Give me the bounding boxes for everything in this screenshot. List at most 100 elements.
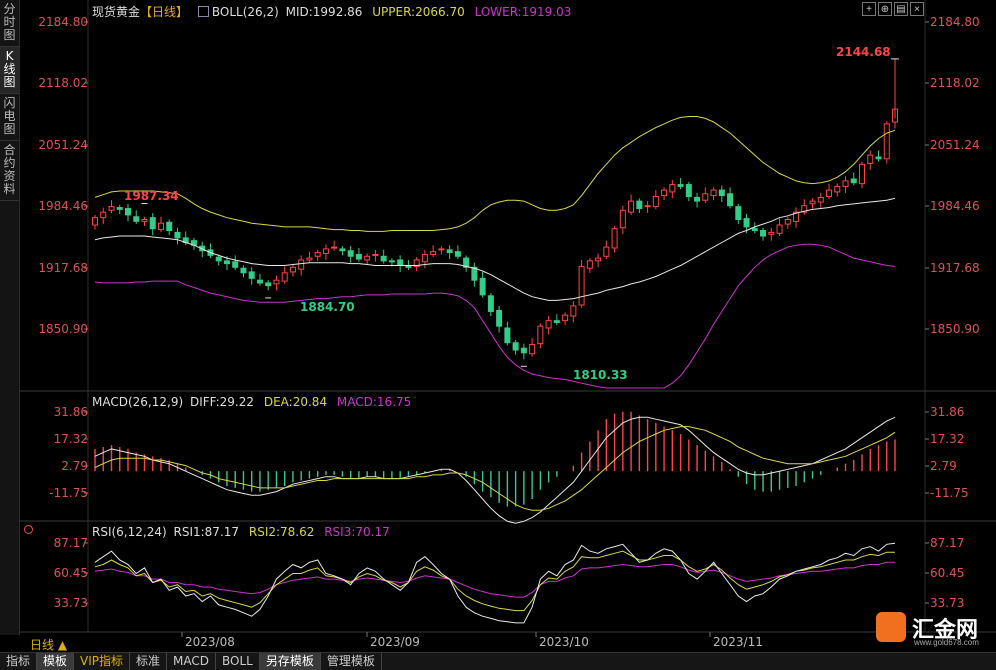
candle-body bbox=[595, 257, 602, 262]
candle-body bbox=[578, 265, 585, 306]
candle-body bbox=[487, 295, 494, 312]
candle-body bbox=[685, 184, 692, 198]
price-ytick-right-2: 2051.24 bbox=[930, 138, 980, 152]
bottom-tab-7[interactable]: 管理模板 bbox=[321, 653, 382, 670]
instrument-title: 现货黄金 bbox=[92, 5, 141, 19]
candle-body bbox=[364, 255, 371, 261]
macd-diff-value: DIFF:29.22 bbox=[189, 395, 255, 409]
macd-diff-line bbox=[94, 416, 896, 524]
bottom-tab-5[interactable]: BOLL bbox=[216, 653, 260, 670]
crosshair-icon[interactable]: ⊕ bbox=[878, 2, 892, 16]
chart-canvas[interactable] bbox=[0, 0, 996, 652]
candle-body bbox=[289, 266, 296, 273]
candle-body bbox=[619, 209, 626, 229]
candle-body bbox=[586, 260, 593, 269]
macd-panel[interactable] bbox=[94, 411, 896, 524]
macd-ytick-left-1: 17.32 bbox=[53, 432, 88, 446]
candle-body bbox=[454, 251, 461, 257]
candle-body bbox=[298, 259, 305, 270]
candle-body bbox=[875, 156, 882, 160]
candle-body bbox=[694, 196, 701, 202]
period-selector[interactable]: 日线 ▲ bbox=[30, 636, 67, 653]
rsi-legend: RSI(6,12,24) RSI1:87.17 RSI2:78.62 RSI3:… bbox=[92, 525, 396, 539]
candle-body bbox=[116, 207, 123, 210]
price-ytick-left-4: 1917.68 bbox=[38, 261, 88, 275]
candle-body bbox=[355, 253, 362, 260]
candle-body bbox=[636, 200, 643, 209]
price-ytick-left-5: 1850.90 bbox=[38, 322, 88, 336]
price-panel[interactable] bbox=[92, 58, 900, 389]
candle-body bbox=[281, 272, 288, 282]
bottom-tab-2[interactable]: VIP指标 bbox=[74, 653, 131, 670]
rsi2-line bbox=[94, 550, 895, 612]
chart-toolbar: + ⊕ ▤ × bbox=[862, 2, 924, 16]
candle-body bbox=[735, 206, 742, 220]
candle-body bbox=[826, 189, 833, 198]
candle-body bbox=[520, 347, 527, 354]
main-legend: 现货黄金【日线】 BOLL(26,2) MID:1992.86 UPPER:20… bbox=[92, 3, 577, 20]
macd-ytick-left-3: -11.75 bbox=[49, 486, 88, 500]
candle-body bbox=[611, 228, 618, 249]
boll-indicator-name: BOLL(26,2) bbox=[211, 5, 279, 19]
date-label-aug: 2023/08 bbox=[185, 635, 235, 649]
date-label-nov: 2023/11 bbox=[713, 635, 763, 649]
candle-body bbox=[306, 257, 313, 261]
rsi-ytick-left-2: 33.73 bbox=[53, 596, 88, 610]
candle-body bbox=[446, 249, 453, 254]
price-ytick-left-0: 2184.80 bbox=[38, 15, 88, 29]
bottom-tab-4[interactable]: MACD bbox=[167, 653, 217, 670]
candle-body bbox=[809, 200, 816, 205]
bottom-tab-0[interactable]: 指标 bbox=[0, 653, 38, 670]
candle-body bbox=[405, 265, 412, 268]
candle-body bbox=[430, 251, 437, 255]
candle-body bbox=[215, 256, 222, 262]
price-ytick-left-2: 2051.24 bbox=[38, 138, 88, 152]
close-icon[interactable]: × bbox=[910, 2, 924, 16]
layout-icon[interactable]: ▤ bbox=[894, 2, 908, 16]
candle-body bbox=[248, 271, 255, 279]
rsi2-value: RSI2:78.62 bbox=[248, 525, 315, 539]
boll-mid-value: MID:1992.86 bbox=[285, 5, 363, 19]
bottom-tab-bar: 指标 模板 VIP指标 标准 MACD BOLL 另存模板 管理模板 bbox=[0, 652, 996, 670]
candle-body bbox=[644, 205, 651, 208]
candle-body bbox=[133, 216, 140, 222]
candle-body bbox=[776, 224, 783, 234]
candle-body bbox=[537, 325, 544, 345]
rsi-indicator-name: RSI(6,12,24) bbox=[92, 525, 167, 539]
candle-body bbox=[339, 248, 346, 252]
candle-body bbox=[867, 154, 874, 164]
candle-body bbox=[223, 260, 230, 265]
candle-body bbox=[652, 196, 659, 208]
rsi-ytick-right-0: 87.17 bbox=[930, 536, 965, 550]
candle-body bbox=[496, 310, 503, 327]
candle-body bbox=[710, 189, 717, 197]
bottom-tab-1[interactable]: 模板 bbox=[37, 653, 75, 670]
candle-body bbox=[859, 163, 866, 185]
indicator-settings-icon[interactable] bbox=[197, 6, 209, 17]
candle-body bbox=[273, 279, 280, 285]
candle-body bbox=[380, 255, 387, 262]
rsi-panel[interactable] bbox=[94, 542, 896, 624]
candle-body bbox=[768, 231, 775, 235]
candle-body bbox=[553, 320, 560, 323]
candle-body bbox=[661, 189, 668, 197]
app-window: 分时图K线图闪电图合约资料 现货黄金【日线】 BOLL(26,2) MID:19… bbox=[0, 0, 996, 670]
rsi-ytick-left-0: 87.17 bbox=[53, 536, 88, 550]
rsi-settings-icon[interactable] bbox=[24, 525, 33, 534]
candle-body bbox=[421, 253, 428, 263]
candle-body bbox=[100, 211, 107, 219]
macd-dea-value: DEA:20.84 bbox=[263, 395, 328, 409]
bottom-tab-3[interactable]: 标准 bbox=[130, 653, 168, 670]
cross-icon[interactable]: + bbox=[862, 2, 876, 16]
bottom-tab-6[interactable]: 另存模板 bbox=[259, 653, 321, 670]
candle-body bbox=[718, 189, 725, 197]
candle-body bbox=[883, 123, 890, 160]
logo-url: www.gold678.com bbox=[914, 638, 979, 647]
candle-body bbox=[92, 217, 98, 226]
candle-body bbox=[397, 259, 404, 266]
mid-low-label: 1884.70 bbox=[300, 300, 355, 314]
candle-body bbox=[240, 267, 247, 274]
candle-body bbox=[669, 184, 676, 193]
candle-body bbox=[479, 277, 486, 296]
candle-body bbox=[834, 185, 841, 193]
